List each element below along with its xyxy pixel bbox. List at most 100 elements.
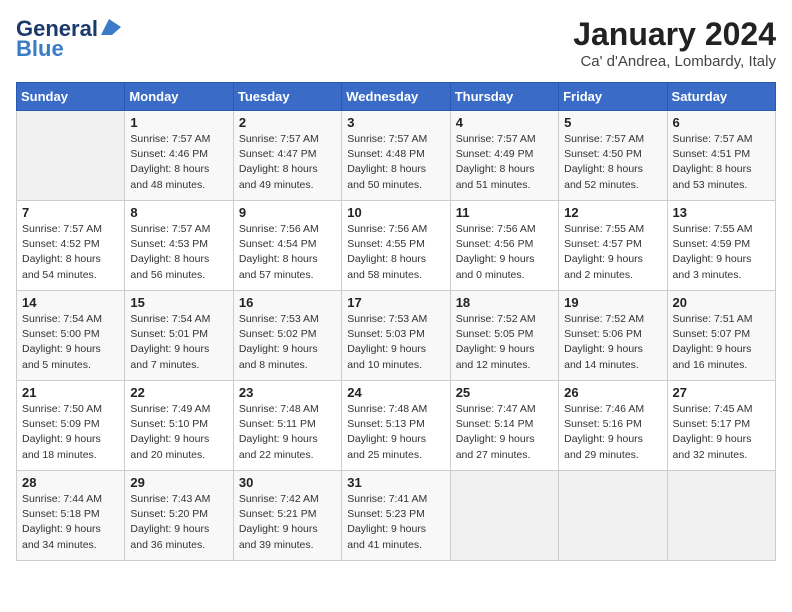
day-info: Sunrise: 7:48 AMSunset: 5:13 PMDaylight:… — [347, 402, 444, 463]
calendar-cell — [450, 471, 558, 561]
calendar-week-5: 28 Sunrise: 7:44 AMSunset: 5:18 PMDayligh… — [17, 471, 776, 561]
calendar-cell: 30 Sunrise: 7:42 AMSunset: 5:21 PMDayligh… — [233, 471, 341, 561]
day-info: Sunrise: 7:51 AMSunset: 5:07 PMDaylight:… — [673, 312, 770, 373]
day-number: 10 — [347, 205, 444, 220]
calendar-cell: 13Sunrise: 7:55 AMSunset: 4:59 PMDayligh… — [667, 201, 775, 291]
day-number: 21 — [22, 385, 119, 400]
calendar-cell: 15Sunrise: 7:54 AMSunset: 5:01 PMDayligh… — [125, 291, 233, 381]
day-number: 16 — [239, 295, 336, 310]
weekday-header-row: SundayMondayTuesdayWednesdayThursdayFrid… — [17, 83, 776, 111]
calendar-cell: 14 Sunrise: 7:54 AMSunset: 5:00 PMDayligh… — [17, 291, 125, 381]
weekday-monday: Monday — [125, 83, 233, 111]
weekday-friday: Friday — [559, 83, 667, 111]
calendar-cell: 4Sunrise: 7:57 AMSunset: 4:49 PMDaylight… — [450, 111, 558, 201]
day-number: 22 — [130, 385, 227, 400]
day-number: 20 — [673, 295, 770, 310]
calendar-cell — [17, 111, 125, 201]
day-info: Sunrise: 7:44 AMSunset: 5:18 PMDaylight:… — [22, 492, 119, 553]
calendar-cell: 5 Sunrise: 7:57 AMSunset: 4:50 PMDaylight… — [559, 111, 667, 201]
day-number: 26 — [564, 385, 661, 400]
day-info: Sunrise: 7:52 AMSunset: 5:06 PMDaylight:… — [564, 312, 661, 373]
day-number: 7 — [22, 205, 119, 220]
calendar-cell: 22 Sunrise: 7:49 AMSunset: 5:10 PMDayligh… — [125, 381, 233, 471]
calendar-cell — [667, 471, 775, 561]
weekday-thursday: Thursday — [450, 83, 558, 111]
day-info: Sunrise: 7:47 AMSunset: 5:14 PMDaylight:… — [456, 402, 553, 463]
calendar-week-1: 1Sunrise: 7:57 AMSunset: 4:46 PMDaylight… — [17, 111, 776, 201]
day-number: 18 — [456, 295, 553, 310]
calendar-week-4: 21 Sunrise: 7:50 AMSunset: 5:09 PMDayligh… — [17, 381, 776, 471]
day-number: 8 — [130, 205, 227, 220]
day-number: 1 — [130, 115, 227, 130]
day-info: Sunrise: 7:56 AMSunset: 4:55 PMDaylight:… — [347, 222, 444, 283]
calendar-cell: 2Sunrise: 7:57 AMSunset: 4:47 PMDaylight… — [233, 111, 341, 201]
day-info: Sunrise: 7:41 AMSunset: 5:23 PMDaylight:… — [347, 492, 444, 553]
day-info: Sunrise: 7:56 AMSunset: 4:54 PMDaylight:… — [239, 222, 336, 283]
day-info: Sunrise: 7:54 AMSunset: 5:01 PMDaylight:… — [130, 312, 227, 373]
day-info: Sunrise: 7:57 AMSunset: 4:52 PMDaylight:… — [22, 222, 119, 283]
calendar-cell — [559, 471, 667, 561]
day-number: 14 — [22, 295, 119, 310]
location: Ca' d'Andrea, Lombardy, Italy — [573, 53, 776, 70]
day-info: Sunrise: 7:57 AMSunset: 4:51 PMDaylight:… — [673, 132, 770, 193]
calendar-cell: 23 Sunrise: 7:48 AMSunset: 5:11 PMDayligh… — [233, 381, 341, 471]
day-info: Sunrise: 7:50 AMSunset: 5:09 PMDaylight:… — [22, 402, 119, 463]
day-number: 23 — [239, 385, 336, 400]
logo-blue: Blue — [16, 36, 64, 62]
day-number: 6 — [673, 115, 770, 130]
day-info: Sunrise: 7:45 AMSunset: 5:17 PMDaylight:… — [673, 402, 770, 463]
calendar-cell: 6 Sunrise: 7:57 AMSunset: 4:51 PMDaylight… — [667, 111, 775, 201]
calendar-body: 1Sunrise: 7:57 AMSunset: 4:46 PMDaylight… — [17, 111, 776, 561]
weekday-tuesday: Tuesday — [233, 83, 341, 111]
calendar-cell: 3Sunrise: 7:57 AMSunset: 4:48 PMDaylight… — [342, 111, 450, 201]
day-info: Sunrise: 7:57 AMSunset: 4:53 PMDaylight:… — [130, 222, 227, 283]
calendar-cell: 7 Sunrise: 7:57 AMSunset: 4:52 PMDaylight… — [17, 201, 125, 291]
day-number: 12 — [564, 205, 661, 220]
day-number: 13 — [673, 205, 770, 220]
day-info: Sunrise: 7:57 AMSunset: 4:48 PMDaylight:… — [347, 132, 444, 193]
day-info: Sunrise: 7:54 AMSunset: 5:00 PMDaylight:… — [22, 312, 119, 373]
day-number: 11 — [456, 205, 553, 220]
logo-icon — [99, 19, 121, 35]
day-number: 27 — [673, 385, 770, 400]
title-block: January 2024 Ca' d'Andrea, Lombardy, Ita… — [573, 16, 776, 70]
day-number: 25 — [456, 385, 553, 400]
page-header: General Blue January 2024 Ca' d'Andrea, … — [16, 16, 776, 70]
day-info: Sunrise: 7:43 AMSunset: 5:20 PMDaylight:… — [130, 492, 227, 553]
calendar-cell: 21 Sunrise: 7:50 AMSunset: 5:09 PMDayligh… — [17, 381, 125, 471]
calendar-week-2: 7 Sunrise: 7:57 AMSunset: 4:52 PMDaylight… — [17, 201, 776, 291]
month-title: January 2024 — [573, 16, 776, 53]
calendar-week-3: 14 Sunrise: 7:54 AMSunset: 5:00 PMDayligh… — [17, 291, 776, 381]
calendar-cell: 17Sunrise: 7:53 AMSunset: 5:03 PMDayligh… — [342, 291, 450, 381]
logo: General Blue — [16, 16, 121, 62]
day-info: Sunrise: 7:46 AMSunset: 5:16 PMDaylight:… — [564, 402, 661, 463]
calendar-cell: 8 Sunrise: 7:57 AMSunset: 4:53 PMDaylight… — [125, 201, 233, 291]
day-number: 30 — [239, 475, 336, 490]
calendar-cell: 9Sunrise: 7:56 AMSunset: 4:54 PMDaylight… — [233, 201, 341, 291]
calendar-cell: 11Sunrise: 7:56 AMSunset: 4:56 PMDayligh… — [450, 201, 558, 291]
calendar-cell: 16 Sunrise: 7:53 AMSunset: 5:02 PMDayligh… — [233, 291, 341, 381]
day-number: 19 — [564, 295, 661, 310]
day-number: 29 — [130, 475, 227, 490]
calendar-cell: 27 Sunrise: 7:45 AMSunset: 5:17 PMDayligh… — [667, 381, 775, 471]
day-number: 24 — [347, 385, 444, 400]
day-info: Sunrise: 7:48 AMSunset: 5:11 PMDaylight:… — [239, 402, 336, 463]
calendar-cell: 18Sunrise: 7:52 AMSunset: 5:05 PMDayligh… — [450, 291, 558, 381]
calendar-cell: 25 Sunrise: 7:47 AMSunset: 5:14 PMDayligh… — [450, 381, 558, 471]
day-number: 28 — [22, 475, 119, 490]
day-info: Sunrise: 7:49 AMSunset: 5:10 PMDaylight:… — [130, 402, 227, 463]
day-info: Sunrise: 7:42 AMSunset: 5:21 PMDaylight:… — [239, 492, 336, 553]
day-info: Sunrise: 7:53 AMSunset: 5:02 PMDaylight:… — [239, 312, 336, 373]
calendar-cell: 24 Sunrise: 7:48 AMSunset: 5:13 PMDayligh… — [342, 381, 450, 471]
day-number: 5 — [564, 115, 661, 130]
calendar-cell: 31 Sunrise: 7:41 AMSunset: 5:23 PMDayligh… — [342, 471, 450, 561]
day-number: 31 — [347, 475, 444, 490]
day-info: Sunrise: 7:57 AMSunset: 4:50 PMDaylight:… — [564, 132, 661, 193]
day-number: 2 — [239, 115, 336, 130]
calendar-cell: 20 Sunrise: 7:51 AMSunset: 5:07 PMDayligh… — [667, 291, 775, 381]
calendar-cell: 26 Sunrise: 7:46 AMSunset: 5:16 PMDayligh… — [559, 381, 667, 471]
day-number: 4 — [456, 115, 553, 130]
calendar-cell: 10 Sunrise: 7:56 AMSunset: 4:55 PMDayligh… — [342, 201, 450, 291]
calendar-cell: 29 Sunrise: 7:43 AMSunset: 5:20 PMDayligh… — [125, 471, 233, 561]
calendar-cell: 12Sunrise: 7:55 AMSunset: 4:57 PMDayligh… — [559, 201, 667, 291]
